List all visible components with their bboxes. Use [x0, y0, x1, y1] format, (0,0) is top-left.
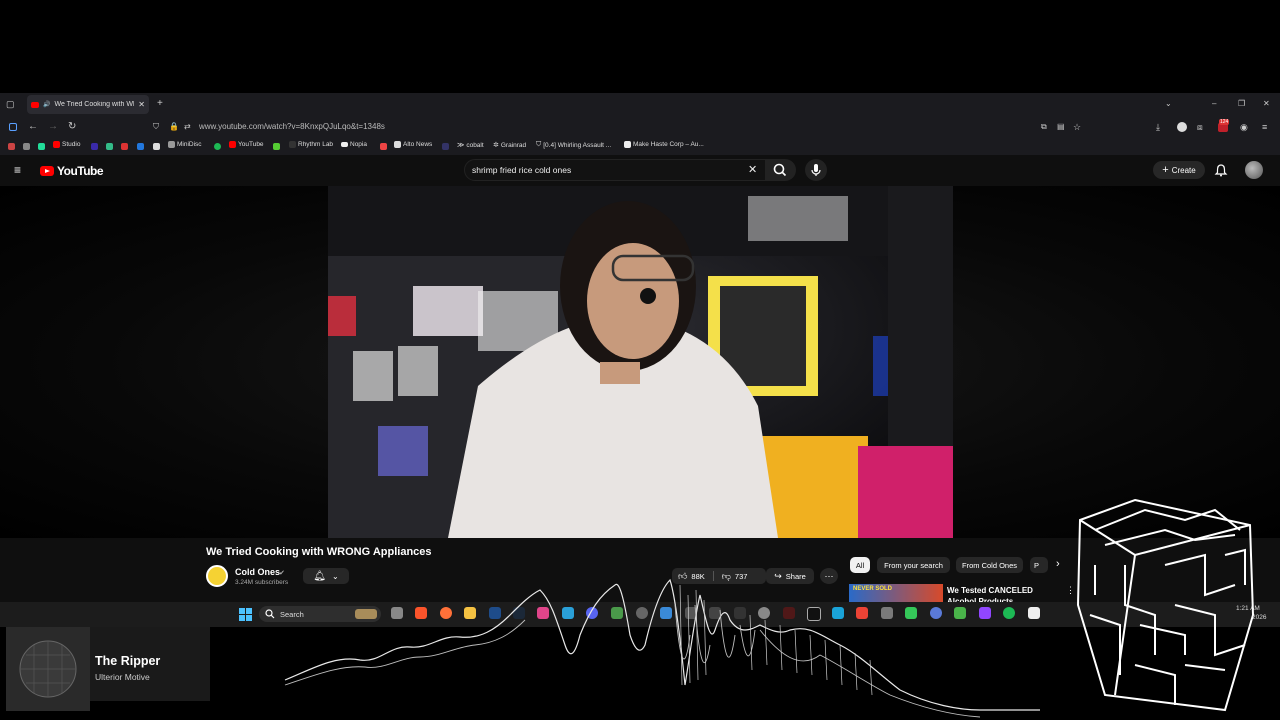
avatar[interactable]: [1245, 161, 1263, 179]
extensions-icon[interactable]: ⧈: [1197, 122, 1203, 132]
download-icon[interactable]: ⤓: [1156, 122, 1160, 132]
notifications-bell-icon[interactable]: [1214, 163, 1228, 177]
kick-icon[interactable]: [38, 143, 45, 150]
bookmark-studio[interactable]: Studio: [53, 141, 80, 148]
video-player[interactable]: [328, 186, 953, 538]
microphone-icon: [811, 164, 821, 176]
browser-tab-bar: [0, 93, 1280, 116]
youtube-play-icon: [40, 166, 54, 176]
spotify-icon[interactable]: [214, 143, 221, 150]
menu-icon[interactable]: ≡: [1262, 122, 1267, 132]
studio-icon: [53, 141, 60, 148]
bookmark-whirling-assault[interactable]: ⛉ [0.4] Whirling Assault ...: [536, 141, 611, 149]
channel-name[interactable]: Cold Ones: [235, 567, 280, 577]
cobalt-icon: ≫: [457, 142, 465, 149]
play-bookmark-icon[interactable]: [273, 143, 280, 150]
reload-icon[interactable]: ↻: [68, 122, 76, 132]
chevron-right-icon[interactable]: ›: [1056, 558, 1060, 570]
close-tab-icon[interactable]: ✕: [138, 100, 145, 109]
bookmark-icon[interactable]: [121, 143, 128, 150]
shield-icon[interactable]: ⛉: [153, 122, 159, 132]
lock-icon[interactable]: 🔒: [169, 122, 179, 132]
more-vertical-icon[interactable]: ⋮: [1066, 585, 1075, 596]
search-button[interactable]: [766, 159, 796, 181]
permissions-icon[interactable]: ⇄: [184, 122, 191, 132]
bookmark-icon[interactable]: [380, 143, 387, 150]
browser-tab-active[interactable]: 🔊 We Tried Cooking with WR ✕: [27, 95, 149, 114]
search-icon: [773, 163, 787, 177]
make-haste-icon: [624, 141, 631, 148]
chip-all[interactable]: All: [850, 557, 870, 573]
bookmark-nopia[interactable]: Nopia: [341, 141, 367, 148]
sidebar-toggle-icon[interactable]: [9, 123, 17, 131]
bookmark-icon[interactable]: [442, 143, 449, 150]
bookmark-icon[interactable]: [23, 143, 30, 150]
song-title: The Ripper: [95, 654, 161, 668]
bookmark-icon[interactable]: [106, 143, 113, 150]
video-title: We Tried Cooking with WRONG Appliances: [206, 546, 432, 558]
speaker-icon[interactable]: 🔊: [43, 101, 50, 108]
bookmark-icon[interactable]: [137, 143, 144, 150]
close-window-icon[interactable]: ✕: [1263, 99, 1270, 109]
restore-icon[interactable]: ❐: [1238, 99, 1245, 109]
x-icon[interactable]: [153, 143, 160, 150]
folder-icon: [341, 142, 348, 147]
minidisc-icon: [168, 141, 175, 148]
bookmark-icon[interactable]: [91, 143, 98, 150]
bookmark-cobalt[interactable]: ≫ cobalt: [457, 141, 484, 150]
search-input[interactable]: shrimp fried rice cold ones: [472, 165, 571, 175]
bookmark-alto-news[interactable]: Alto News: [394, 141, 432, 148]
back-icon[interactable]: ←: [28, 122, 38, 132]
album-art: [6, 627, 90, 711]
plus-icon: +: [1162, 164, 1169, 176]
whirling-assault-icon: ⛉: [536, 141, 542, 148]
gamepad-icon[interactable]: ◉: [1240, 122, 1248, 132]
tab-title: We Tried Cooking with WR: [54, 101, 135, 108]
voice-search-button[interactable]: [805, 159, 827, 181]
bookmark-rhythm-lab[interactable]: Rhythm Lab: [289, 141, 333, 148]
ublock-icon[interactable]: [1177, 122, 1187, 132]
grainrad-icon: ✲: [493, 142, 499, 149]
youtube-icon: [229, 141, 236, 148]
reader-view-icon[interactable]: ▤: [1057, 122, 1065, 132]
song-artist: Ulterior Motive: [95, 672, 150, 682]
tab-overview-icon[interactable]: ▢: [6, 99, 15, 109]
youtube-favicon-icon: [31, 101, 39, 108]
rhythm-lab-icon: [289, 141, 296, 148]
chip-partial[interactable]: P: [1030, 557, 1048, 573]
alto-news-icon: [394, 141, 401, 148]
channel-avatar[interactable]: [206, 565, 228, 587]
minimize-icon[interactable]: –: [1212, 99, 1216, 109]
bookmark-star-icon[interactable]: ☆: [1073, 122, 1081, 132]
chip-from-cold-ones[interactable]: From Cold Ones: [956, 557, 1023, 573]
hamburger-menu-icon[interactable]: ≡: [14, 164, 21, 176]
windows-start-icon[interactable]: [239, 608, 252, 621]
url-text[interactable]: www.youtube.com/watch?v=8KnxpQJuLqo&t=13…: [199, 122, 385, 131]
clear-search-icon[interactable]: ✕: [748, 165, 757, 176]
gmail-icon[interactable]: [8, 143, 15, 150]
chevron-down-icon[interactable]: ⌄: [1165, 99, 1172, 109]
bookmark-make-haste[interactable]: Make Haste Corp – Au...: [624, 141, 704, 148]
create-button[interactable]: + Create: [1153, 161, 1205, 179]
chip-from-your-search[interactable]: From your search: [877, 557, 950, 573]
album-art-sphere-icon: [19, 640, 77, 698]
bookmark-minidisc[interactable]: MiniDisc: [168, 141, 202, 148]
video-frame: [328, 186, 953, 538]
bookmark-grainrad[interactable]: ✲ Grainrad: [493, 141, 526, 150]
picture-in-picture-icon[interactable]: ⧉: [1041, 122, 1047, 132]
forward-icon[interactable]: →: [48, 122, 58, 132]
new-tab-icon[interactable]: +: [157, 99, 163, 109]
youtube-logo[interactable]: YouTube: [40, 164, 104, 178]
bookmark-youtube[interactable]: YouTube: [229, 141, 264, 148]
audio-waveform-visualizer: [284, 578, 1040, 718]
maze-cube-graphic: [1076, 498, 1255, 712]
search-icon: [265, 609, 275, 619]
extension-badge: 124: [1219, 119, 1230, 125]
